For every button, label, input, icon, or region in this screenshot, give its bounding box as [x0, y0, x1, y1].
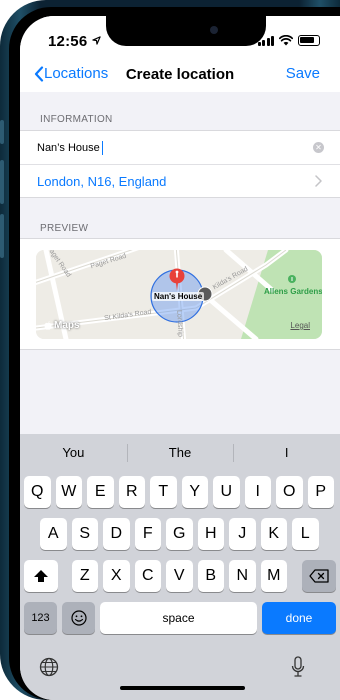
- status-time-text: 12:56: [48, 33, 88, 50]
- information-group: Nan’s House ✕ London, N16, England: [20, 130, 340, 198]
- suggestion[interactable]: I: [233, 434, 340, 472]
- key-s[interactable]: S: [71, 518, 98, 550]
- street-label: Lordship: [175, 309, 184, 338]
- key-row-4: 123 space done: [20, 602, 340, 634]
- delete-key[interactable]: [302, 560, 336, 592]
- key-k[interactable]: K: [260, 518, 287, 550]
- preview-section-header: PREVIEW: [40, 223, 89, 234]
- front-camera: [210, 26, 218, 34]
- navigation-bar: Locations Create location Save: [20, 56, 340, 92]
- suggestion[interactable]: The: [126, 434, 234, 472]
- key-m[interactable]: M: [260, 560, 287, 592]
- key-r[interactable]: R: [118, 476, 145, 508]
- key-row-3: Z X C V B N M: [20, 560, 340, 592]
- predictive-suggestions: You The I: [20, 434, 340, 472]
- key-q[interactable]: Q: [24, 476, 51, 508]
- maps-label: Maps: [54, 320, 80, 331]
- apple-maps-logo: Maps: [44, 320, 80, 331]
- apple-icon: [44, 321, 52, 330]
- chevron-left-icon: [34, 65, 44, 82]
- key-z[interactable]: Z: [71, 560, 98, 592]
- volume-up-button: [0, 160, 4, 204]
- shift-key[interactable]: [24, 560, 58, 592]
- keyboard: You The I Q W E R T Y U I O P A S D F G …: [20, 434, 340, 700]
- key-i[interactable]: I: [244, 476, 271, 508]
- home-indicator: [120, 686, 245, 690]
- key-row-2: A S D F G H J K L: [20, 518, 340, 550]
- volume-down-button: [0, 214, 4, 258]
- notch: [106, 16, 266, 46]
- map-preview[interactable]: Paget Road Paget Road St Kilda's Road Ki…: [36, 250, 322, 339]
- pin-label: Nan's House: [152, 292, 205, 301]
- text-cursor: [101, 140, 104, 155]
- information-section-header: INFORMATION: [40, 114, 113, 125]
- clear-text-button[interactable]: ✕: [313, 142, 324, 153]
- chevron-right-icon: [315, 175, 322, 187]
- legal-link[interactable]: Legal: [290, 321, 310, 330]
- done-key[interactable]: done: [262, 602, 336, 634]
- space-key[interactable]: space: [100, 602, 257, 634]
- backspace-icon: [309, 569, 329, 583]
- key-row-1: Q W E R T Y U I O P: [20, 476, 340, 508]
- key-x[interactable]: X: [103, 560, 130, 592]
- shift-icon: [34, 570, 48, 582]
- key-d[interactable]: D: [103, 518, 130, 550]
- key-a[interactable]: A: [40, 518, 67, 550]
- key-b[interactable]: B: [197, 560, 224, 592]
- emoji-key[interactable]: [62, 602, 95, 634]
- location-pin-icon: [169, 268, 185, 291]
- emoji-icon: [70, 610, 87, 626]
- save-button[interactable]: Save: [286, 65, 320, 82]
- key-v[interactable]: V: [166, 560, 193, 592]
- key-l[interactable]: L: [292, 518, 319, 550]
- key-j[interactable]: J: [229, 518, 256, 550]
- name-field-value[interactable]: Nan’s House: [37, 142, 100, 154]
- key-w[interactable]: W: [55, 476, 82, 508]
- back-button[interactable]: Locations: [34, 65, 108, 82]
- status-time: 12:56: [48, 33, 101, 50]
- key-c[interactable]: C: [134, 560, 161, 592]
- key-g[interactable]: G: [166, 518, 193, 550]
- status-icons: [257, 35, 320, 46]
- key-t[interactable]: T: [150, 476, 177, 508]
- key-u[interactable]: U: [213, 476, 240, 508]
- key-o[interactable]: O: [276, 476, 303, 508]
- numbers-key[interactable]: 123: [24, 602, 57, 634]
- key-p[interactable]: P: [307, 476, 334, 508]
- globe-icon[interactable]: [39, 657, 59, 677]
- park-label: Allens Gardens: [264, 287, 322, 296]
- key-f[interactable]: F: [134, 518, 161, 550]
- back-button-label: Locations: [44, 65, 109, 82]
- battery-icon: [298, 35, 320, 46]
- location-arrow-icon: [92, 36, 101, 45]
- mute-switch: [0, 120, 4, 144]
- key-y[interactable]: Y: [181, 476, 208, 508]
- name-field[interactable]: Nan’s House ✕: [20, 131, 340, 164]
- screen: 12:56 Locations Create location Save INF…: [20, 16, 340, 700]
- wifi-icon: [279, 35, 293, 46]
- microphone-icon[interactable]: [291, 656, 305, 678]
- suggestion[interactable]: You: [20, 434, 127, 472]
- address-link[interactable]: London, N16, England: [37, 174, 166, 189]
- key-h[interactable]: H: [197, 518, 224, 550]
- key-n[interactable]: N: [229, 560, 256, 592]
- key-e[interactable]: E: [87, 476, 114, 508]
- address-row[interactable]: London, N16, England: [20, 164, 340, 197]
